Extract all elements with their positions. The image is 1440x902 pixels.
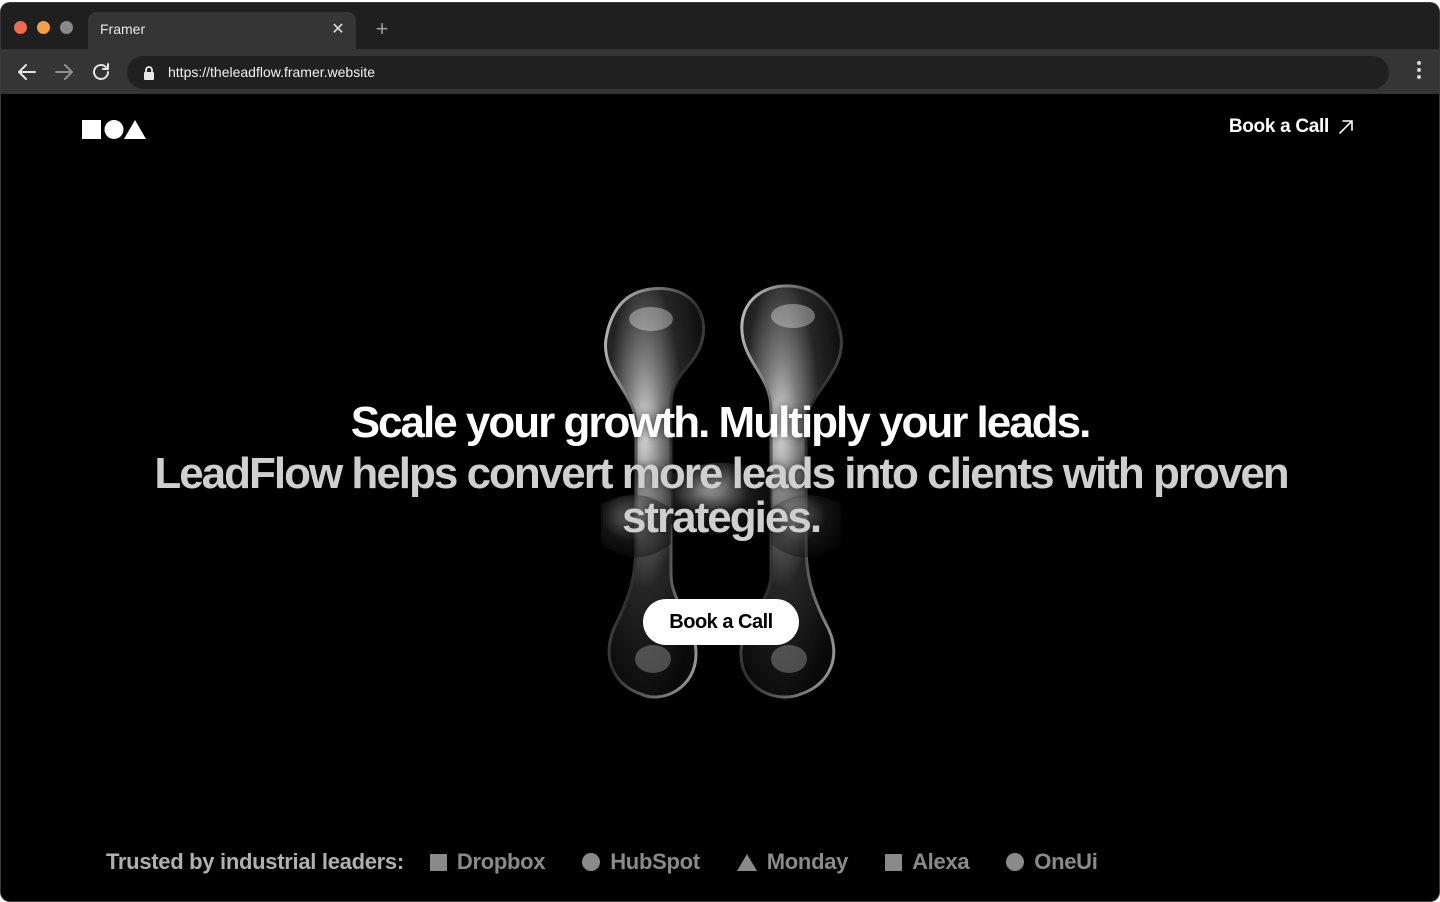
nav-book-call-label: Book a Call [1228, 116, 1329, 137]
tab-strip: Framer ✕ + [1, 3, 1439, 49]
browser-menu-icon[interactable] [1415, 61, 1423, 83]
brand-name: Monday [766, 849, 849, 874]
tab-close-icon[interactable]: ✕ [328, 20, 348, 40]
brand-monday: Monday [736, 849, 849, 875]
brand-name: OneUi [1034, 849, 1098, 874]
triangle-icon [736, 853, 757, 871]
hero-subheadline: LeadFlow helps convert more leads into c… [154, 449, 1289, 542]
circle-icon [1006, 853, 1025, 871]
square-icon [429, 853, 447, 871]
square-icon [885, 853, 903, 871]
brand-oneui: OneUi [1006, 849, 1098, 875]
maximize-window-button[interactable] [60, 21, 73, 34]
nav-book-call-link[interactable]: Book a Call [1229, 116, 1355, 138]
close-window-button[interactable] [14, 21, 27, 34]
brand-name: Dropbox [456, 849, 546, 874]
reload-icon[interactable] [89, 60, 113, 84]
browser-tab[interactable]: Framer ✕ [88, 12, 356, 49]
forward-icon[interactable] [52, 60, 76, 84]
arrow-up-right-icon [1339, 120, 1353, 134]
brand-name: HubSpot [610, 849, 700, 874]
tab-title: Framer [100, 21, 146, 37]
circle-icon [582, 853, 601, 871]
page-viewport: Book a Call Scale your growth. Multiply … [1, 94, 1439, 901]
hero-book-call-button[interactable]: Book a Call [643, 599, 799, 645]
brand-dropbox: Dropbox [429, 849, 546, 875]
minimize-window-button[interactable] [37, 21, 50, 34]
lock-icon [142, 65, 156, 81]
brand-logo[interactable] [82, 119, 146, 139]
browser-window: Framer ✕ + https://theleadflow.framer.we… [1, 3, 1439, 901]
new-tab-button[interactable]: + [371, 18, 393, 40]
trusted-by-label: Trusted by industrial leaders: [106, 849, 404, 874]
brand-alexa: Alexa [885, 849, 970, 875]
hero-headline: Scale your growth. Multiply your leads. [350, 398, 1092, 447]
brand-name: Alexa [912, 849, 970, 874]
address-bar[interactable]: https://theleadflow.framer.website [127, 56, 1389, 89]
back-icon[interactable] [15, 60, 39, 84]
browser-toolbar: https://theleadflow.framer.website [1, 49, 1439, 94]
brand-hubspot: HubSpot [582, 849, 700, 875]
url-text: https://theleadflow.framer.website [168, 64, 375, 80]
trusted-by-bar: Trusted by industrial leaders: Dropbox H… [106, 849, 1135, 875]
